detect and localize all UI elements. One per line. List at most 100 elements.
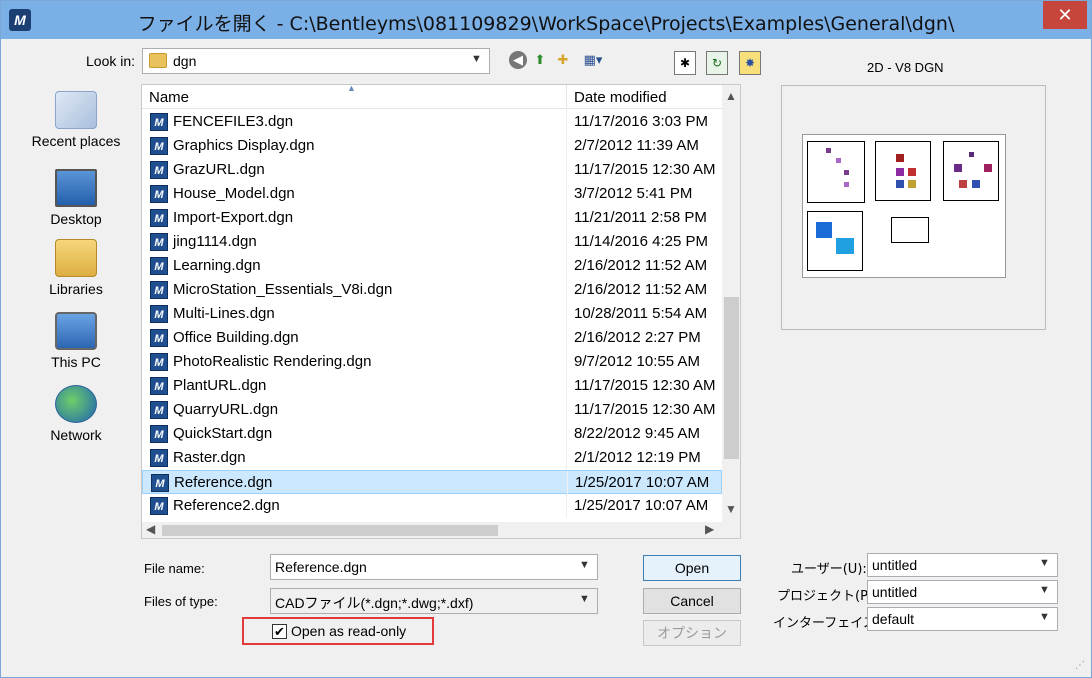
interface-dropdown[interactable]: default ▼ xyxy=(867,607,1058,631)
microstation-app-icon: M xyxy=(9,9,31,31)
file-row[interactable]: M Learning.dgn 2/16/2012 11:52 AM xyxy=(142,254,722,278)
file-list[interactable]: ▲ Name Date modified M FENCEFILE3.dgn 11/1… xyxy=(141,84,741,539)
file-row[interactable]: M Reference.dgn 1/25/2017 10:07 AM xyxy=(142,470,722,495)
column-divider xyxy=(566,206,567,230)
file-date-modified: 11/21/2011 2:58 PM xyxy=(574,209,707,226)
file-row[interactable]: M Raster.dgn 2/1/2012 12:19 PM xyxy=(142,446,722,470)
column-header-date-modified[interactable]: Date modified xyxy=(574,89,667,106)
cancel-button[interactable]: Cancel xyxy=(643,588,741,614)
place-desktop[interactable]: Desktop xyxy=(21,169,131,227)
files-of-type-dropdown[interactable]: CADファイル(*.dgn;*.dwg;*.dxf) ▼ xyxy=(270,588,598,614)
scrollbar-corner xyxy=(722,522,740,538)
read-only-label[interactable]: Open as read-only xyxy=(291,623,406,639)
column-divider xyxy=(566,374,567,398)
file-row[interactable]: M QuarryURL.dgn 11/17/2015 12:30 AM xyxy=(142,398,722,422)
dgn-file-icon: M xyxy=(150,449,168,467)
project-dropdown[interactable]: untitled ▼ xyxy=(867,580,1058,604)
close-button[interactable]: ✕ xyxy=(1043,1,1087,29)
file-row[interactable]: M Multi-Lines.dgn 10/28/2011 5:54 AM xyxy=(142,302,722,326)
back-arrow-icon[interactable]: ◀ xyxy=(509,51,527,69)
files-of-type-label: Files of type: xyxy=(144,594,218,609)
file-row[interactable]: M QuickStart.dgn 8/22/2012 9:45 AM xyxy=(142,422,722,446)
horizontal-scrollbar[interactable]: ◀ ▶ xyxy=(142,522,722,538)
file-date-modified: 11/14/2016 4:25 PM xyxy=(574,233,708,250)
place-label: Desktop xyxy=(50,211,102,227)
file-row[interactable]: M Import-Export.dgn 11/21/2011 2:58 PM xyxy=(142,206,722,230)
new-folder-icon[interactable]: ✚ xyxy=(554,51,572,69)
file-row[interactable]: Mjing1114.dgn 11/14/2016 4:25 PM xyxy=(142,230,722,254)
dgn-file-icon: M xyxy=(150,209,168,227)
scroll-right-icon[interactable]: ▶ xyxy=(705,522,714,536)
column-header-name[interactable]: Name xyxy=(149,89,189,106)
chevron-down-icon[interactable]: ▼ xyxy=(579,559,591,571)
place-label: This PC xyxy=(51,354,101,370)
dgn-file-icon: M xyxy=(150,137,168,155)
file-name: jing1114.dgn xyxy=(173,233,257,250)
file-row[interactable]: M MicroStation_Essentials_V8i.dgn 2/16/201… xyxy=(142,278,722,302)
project-value: untitled xyxy=(872,584,918,600)
title-bar[interactable]: M ファイルを開く - C:\Bentleyms\081109829\WorkS… xyxy=(1,1,1091,39)
file-name: Raster.dgn xyxy=(173,449,246,466)
files-of-type-value: CADファイル(*.dgn;*.dwg;*.dxf) xyxy=(275,595,474,611)
file-date-modified: 2/7/2012 11:39 AM xyxy=(574,137,699,154)
file-date-modified: 8/22/2012 9:45 AM xyxy=(574,425,700,442)
file-name: Reference2.dgn xyxy=(173,497,280,514)
file-name: Reference.dgn xyxy=(174,474,273,491)
column-divider xyxy=(567,471,568,495)
file-row[interactable]: M Reference2.dgn 1/25/2017 10:07 AM xyxy=(142,494,722,518)
chevron-down-icon: ▼ xyxy=(1039,611,1050,623)
file-name-label: File name: xyxy=(144,561,205,576)
preview-view-frame xyxy=(807,141,865,203)
file-name: PlantURL.dgn xyxy=(173,377,267,394)
new-file-icon[interactable]: ✱ xyxy=(674,51,696,75)
scroll-up-icon[interactable]: ▲ xyxy=(725,89,737,103)
file-date-modified: 3/7/2012 5:41 PM xyxy=(574,185,693,202)
file-name: House_Model.dgn xyxy=(173,185,295,202)
open-file-dialog: M ファイルを開く - C:\Bentleyms\081109829\WorkS… xyxy=(0,0,1092,678)
libraries-icon xyxy=(55,239,97,277)
scroll-left-icon[interactable]: ◀ xyxy=(146,522,155,536)
resize-grip-icon[interactable]: ⋰ xyxy=(1075,660,1085,671)
column-divider xyxy=(566,230,567,254)
vertical-scroll-thumb[interactable] xyxy=(724,297,739,459)
file-row[interactable]: M House_Model.dgn 3/7/2012 5:41 PM xyxy=(142,182,722,206)
options-button[interactable]: オプション xyxy=(643,620,741,646)
file-date-modified: 2/1/2012 12:19 PM xyxy=(574,449,701,466)
read-only-checkbox[interactable]: ✔ xyxy=(272,624,287,639)
file-date-modified: 2/16/2012 2:27 PM xyxy=(574,329,701,346)
look-in-label: Look in: xyxy=(86,53,136,69)
place-network[interactable]: Network xyxy=(21,385,131,443)
file-row[interactable]: M PhotoRealistic Rendering.dgn 9/7/2012 10… xyxy=(142,350,722,374)
file-name-input[interactable]: Reference.dgn ▼ xyxy=(270,554,598,580)
dgn-file-icon: M xyxy=(150,497,168,515)
look-in-dropdown[interactable]: dgn ▼ xyxy=(142,48,490,74)
file-row[interactable]: M Office Building.dgn 2/16/2012 2:27 PM xyxy=(142,326,722,350)
file-row[interactable]: M FENCEFILE3.dgn 11/17/2016 3:03 PM xyxy=(142,110,722,134)
file-date-modified: 11/17/2015 12:30 AM xyxy=(574,161,716,178)
column-divider xyxy=(566,326,567,350)
vertical-scrollbar[interactable]: ▲ ▼ xyxy=(722,85,740,522)
file-row[interactable]: M GrazURL.dgn 11/17/2015 12:30 AM xyxy=(142,158,722,182)
refresh-icon[interactable]: ↻ xyxy=(706,51,728,75)
column-divider[interactable] xyxy=(566,85,567,109)
place-recent-places[interactable]: Recent places xyxy=(21,91,131,149)
place-libraries[interactable]: Libraries xyxy=(21,239,131,297)
scroll-down-icon[interactable]: ▼ xyxy=(725,502,737,516)
file-name: PhotoRealistic Rendering.dgn xyxy=(173,353,372,370)
file-row[interactable]: M Graphics Display.dgn 2/7/2012 11:39 AM xyxy=(142,134,722,158)
up-folder-icon[interactable]: ⬆ xyxy=(531,51,549,69)
horizontal-scroll-thumb[interactable] xyxy=(162,525,498,536)
file-row[interactable]: M PlantURL.dgn 11/17/2015 12:30 AM xyxy=(142,374,722,398)
preview-format-label: 2D - V8 DGN xyxy=(867,60,944,75)
file-date-modified: 2/16/2012 11:52 AM xyxy=(574,257,708,274)
select-configuration-icon[interactable]: ✸ xyxy=(739,51,761,75)
place-this-pc[interactable]: This PC xyxy=(21,312,131,370)
file-date-modified: 11/17/2015 12:30 AM xyxy=(574,401,716,418)
user-label: ユーザー(U): xyxy=(791,562,867,577)
open-button[interactable]: Open xyxy=(643,555,741,581)
column-divider xyxy=(566,350,567,374)
user-dropdown[interactable]: untitled ▼ xyxy=(867,553,1058,577)
view-menu-icon[interactable]: ▦▾ xyxy=(579,51,607,69)
dgn-file-icon: M xyxy=(150,185,168,203)
dgn-file-icon: M xyxy=(150,353,168,371)
